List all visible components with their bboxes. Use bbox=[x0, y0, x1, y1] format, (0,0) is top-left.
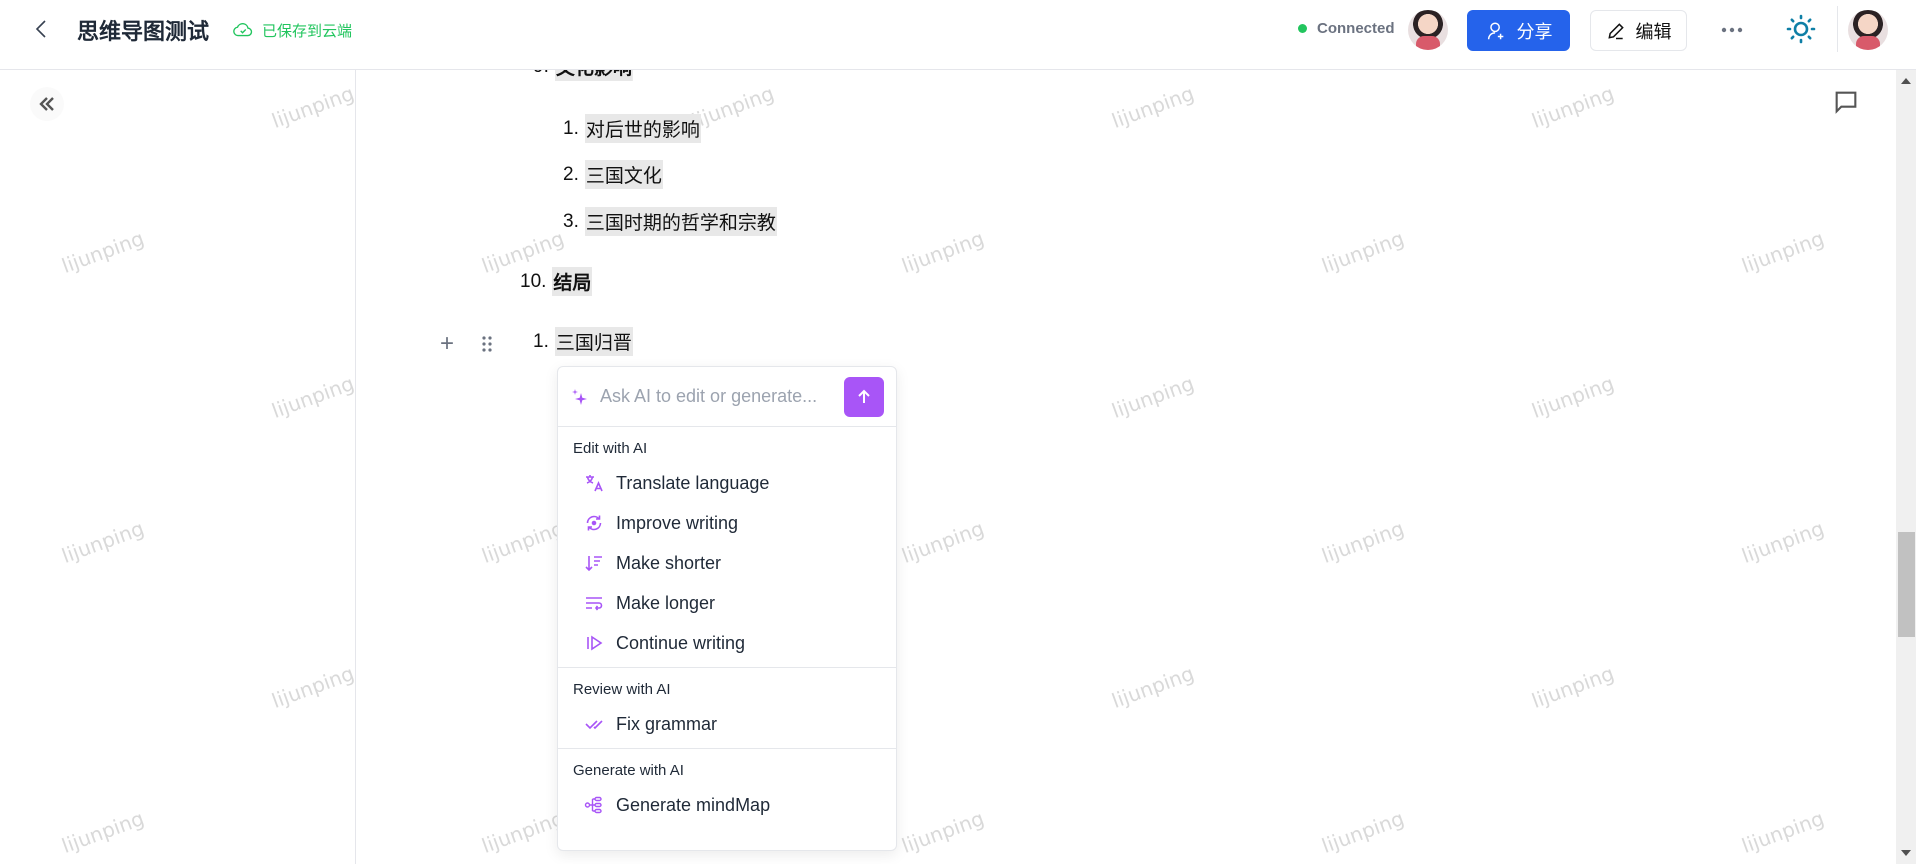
ai-prompt-input[interactable] bbox=[600, 386, 844, 407]
menu-item-longer[interactable]: Make longer bbox=[558, 583, 896, 623]
shorter-icon bbox=[585, 556, 602, 572]
menu-item-label: Fix grammar bbox=[616, 713, 718, 734]
vertical-scrollbar[interactable] bbox=[1896, 70, 1916, 864]
list-text: 三国时期的哲学和宗教 bbox=[584, 207, 777, 236]
connection-status: Connected bbox=[1298, 20, 1395, 37]
menu-item-label: Translate language bbox=[616, 472, 770, 493]
menu-item-label: Generate mindMap bbox=[616, 794, 771, 815]
list-item-current[interactable]: 1. 三国归晋 bbox=[533, 327, 633, 356]
top-header: 思维导图测试 已保存到云端 Connected 分享 编辑 bbox=[0, 0, 1916, 70]
list-number: 10. bbox=[520, 270, 547, 292]
double-chevron-left-icon bbox=[39, 97, 54, 111]
add-block-icon[interactable]: + bbox=[440, 330, 454, 358]
edit-label: 编辑 bbox=[1635, 21, 1672, 42]
connection-text: Connected bbox=[1317, 20, 1395, 37]
list-number: 2. bbox=[563, 163, 579, 185]
scroll-thumb[interactable] bbox=[1898, 532, 1915, 637]
section-title: Generate with AI bbox=[573, 762, 684, 779]
list-text: 结局 bbox=[552, 267, 593, 296]
sparkle-icon bbox=[572, 388, 587, 405]
collapse-sidebar-button[interactable] bbox=[30, 87, 64, 121]
menu-item-label: Continue writing bbox=[616, 632, 746, 653]
pencil-icon bbox=[1607, 22, 1624, 39]
section-title: Review with AI bbox=[573, 681, 671, 698]
section-title: Edit with AI bbox=[573, 440, 648, 457]
list-item: 3. 三国时期的哲学和宗教 bbox=[563, 207, 777, 236]
share-button[interactable]: 分享 bbox=[1467, 10, 1570, 51]
watermark: lijunping bbox=[478, 806, 568, 858]
save-status: 已保存到云端 bbox=[232, 19, 352, 41]
menu-item-translate[interactable]: Translate language bbox=[558, 463, 896, 503]
watermark: lijunping bbox=[1318, 226, 1408, 278]
ai-section-generate: Generate with AI Generate mindMap bbox=[558, 749, 896, 829]
menu-item-label: Make longer bbox=[616, 592, 716, 613]
more-dots-icon bbox=[1721, 27, 1743, 33]
list-number: 1. bbox=[533, 330, 549, 352]
menu-item-shorter[interactable]: Make shorter bbox=[558, 543, 896, 583]
ai-send-button[interactable] bbox=[844, 376, 884, 417]
list-number: 3. bbox=[563, 210, 579, 232]
ai-section-review: Review with AI Fix grammar bbox=[558, 668, 896, 749]
watermark: lijunping bbox=[898, 806, 988, 858]
scroll-down-arrow-icon[interactable] bbox=[1901, 850, 1911, 856]
comment-icon[interactable] bbox=[1832, 88, 1860, 116]
list-number: 1. bbox=[563, 117, 579, 139]
cloud-check-icon bbox=[233, 23, 253, 37]
watermark: lijunping bbox=[1318, 516, 1408, 568]
watermark: lijunping bbox=[898, 226, 988, 278]
block-controls: + bbox=[440, 330, 492, 358]
document-title: 思维导图测试 bbox=[77, 20, 210, 45]
scroll-up-arrow-icon[interactable] bbox=[1901, 78, 1911, 84]
continue-icon bbox=[587, 635, 603, 651]
watermark: lijunping bbox=[1528, 371, 1618, 423]
watermark: lijunping bbox=[1318, 806, 1408, 858]
drag-handle-icon[interactable] bbox=[482, 336, 492, 352]
watermark: lijunping bbox=[1738, 806, 1828, 858]
sidebar bbox=[0, 70, 356, 864]
save-status-text: 已保存到云端 bbox=[262, 22, 353, 40]
collaborator-avatar[interactable] bbox=[1408, 10, 1448, 50]
watermark: lijunping bbox=[1108, 81, 1198, 133]
improve-icon bbox=[586, 515, 602, 531]
theme-toggle-sun-icon[interactable] bbox=[1786, 14, 1816, 44]
status-dot bbox=[1298, 24, 1307, 33]
menu-item-generate-mindmap[interactable]: Generate mindMap bbox=[558, 785, 896, 825]
menu-item-fix-grammar[interactable]: Fix grammar bbox=[558, 704, 896, 744]
watermark: lijunping bbox=[898, 516, 988, 568]
watermark: lijunping bbox=[688, 81, 778, 133]
edit-button[interactable]: 编辑 bbox=[1590, 10, 1687, 51]
more-button[interactable] bbox=[1720, 18, 1744, 42]
watermark: lijunping bbox=[1108, 661, 1198, 713]
arrow-up-icon bbox=[858, 389, 870, 403]
header-divider bbox=[1837, 6, 1838, 52]
list-text: 对后世的影响 bbox=[584, 114, 701, 143]
list-item-10: 10. 结局 bbox=[520, 267, 593, 296]
watermark: lijunping bbox=[1738, 226, 1828, 278]
watermark: lijunping bbox=[478, 516, 568, 568]
share-label: 分享 bbox=[1516, 21, 1553, 42]
list-text: 三国文化 bbox=[584, 160, 663, 189]
menu-item-continue[interactable]: Continue writing bbox=[558, 623, 896, 663]
ai-section-edit: Edit with AI Translate language Improve … bbox=[558, 427, 896, 668]
ai-input-row bbox=[558, 367, 896, 427]
mindmap-icon bbox=[584, 796, 602, 814]
list-item: 1. 对后世的影响 bbox=[563, 114, 701, 143]
menu-item-improve[interactable]: Improve writing bbox=[558, 503, 896, 543]
watermark: lijunping bbox=[1528, 81, 1618, 133]
longer-icon bbox=[586, 597, 603, 611]
list-item: 2. 三国文化 bbox=[563, 160, 663, 189]
user-add-icon bbox=[1487, 21, 1503, 39]
watermark: lijunping bbox=[1528, 661, 1618, 713]
menu-item-label: Make shorter bbox=[616, 552, 722, 573]
translate-icon bbox=[586, 475, 603, 492]
user-avatar[interactable] bbox=[1848, 10, 1888, 50]
list-text[interactable]: 三国归晋 bbox=[554, 327, 633, 356]
watermark: lijunping bbox=[1108, 371, 1198, 423]
watermark: lijunping bbox=[1738, 516, 1828, 568]
menu-item-label: Improve writing bbox=[616, 512, 739, 533]
ai-menu: Edit with AI Translate language Improve … bbox=[557, 366, 897, 851]
back-icon[interactable] bbox=[30, 17, 54, 41]
check-double-icon bbox=[585, 720, 603, 730]
